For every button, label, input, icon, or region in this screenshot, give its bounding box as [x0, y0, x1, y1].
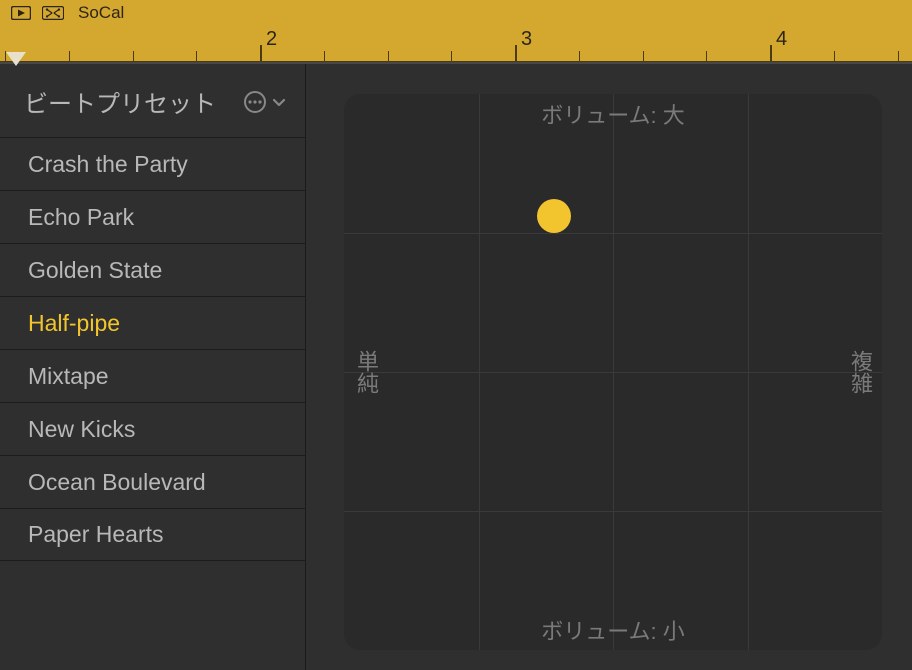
timeline-ruler[interactable]: 2 3 4 [0, 26, 912, 62]
preset-item[interactable]: Golden State [0, 243, 305, 296]
sidebar-title: ビートプリセット [24, 84, 216, 119]
timeline-label: 2 [266, 28, 277, 51]
chevron-down-icon [271, 94, 287, 110]
preset-item[interactable]: Paper Hearts [0, 508, 305, 561]
xy-puck[interactable] [537, 199, 571, 233]
timeline-tick [324, 51, 325, 61]
timeline-tick [69, 51, 70, 61]
preset-item[interactable]: Mixtape [0, 349, 305, 402]
preset-item[interactable]: Half-pipe [0, 296, 305, 349]
playhead[interactable] [6, 52, 26, 66]
drummer-icon [42, 4, 64, 22]
timeline-tick [133, 51, 134, 61]
timeline-tick [643, 51, 644, 61]
timeline-label: 3 [521, 28, 532, 51]
timeline-tick [834, 51, 835, 61]
timeline-tick [706, 51, 707, 61]
more-icon [243, 90, 267, 114]
preset-sidebar: ビートプリセット Crash the PartyEcho ParkGolden … [0, 64, 306, 670]
xy-pad[interactable]: ボリューム: 大 ボリューム: 小 単純 複雑 [344, 94, 882, 650]
preset-item[interactable]: Ocean Boulevard [0, 455, 305, 508]
timeline-tick [196, 51, 197, 61]
timeline-tick [451, 51, 452, 61]
xy-label-right: 複雑 [844, 350, 876, 394]
track-title: SoCal [78, 3, 124, 23]
preset-item[interactable]: Crash the Party [0, 137, 305, 190]
timeline-label: 4 [776, 28, 787, 51]
timeline-tick [388, 51, 389, 61]
timeline-tick [579, 51, 580, 61]
timeline-tick-major [260, 45, 262, 61]
preset-item[interactable]: New Kicks [0, 402, 305, 455]
timeline-tick-major [515, 45, 517, 61]
timeline-tick [898, 51, 899, 61]
preset-list: Crash the PartyEcho ParkGolden StateHalf… [0, 137, 305, 670]
xy-label-left: 単純 [350, 350, 382, 394]
preset-menu-button[interactable] [243, 90, 287, 114]
xy-label-top: ボリューム: 大 [541, 98, 685, 130]
play-icon [10, 4, 32, 22]
preset-item[interactable]: Echo Park [0, 190, 305, 243]
timeline-tick-major [770, 45, 772, 61]
xy-label-bottom: ボリューム: 小 [541, 614, 685, 646]
